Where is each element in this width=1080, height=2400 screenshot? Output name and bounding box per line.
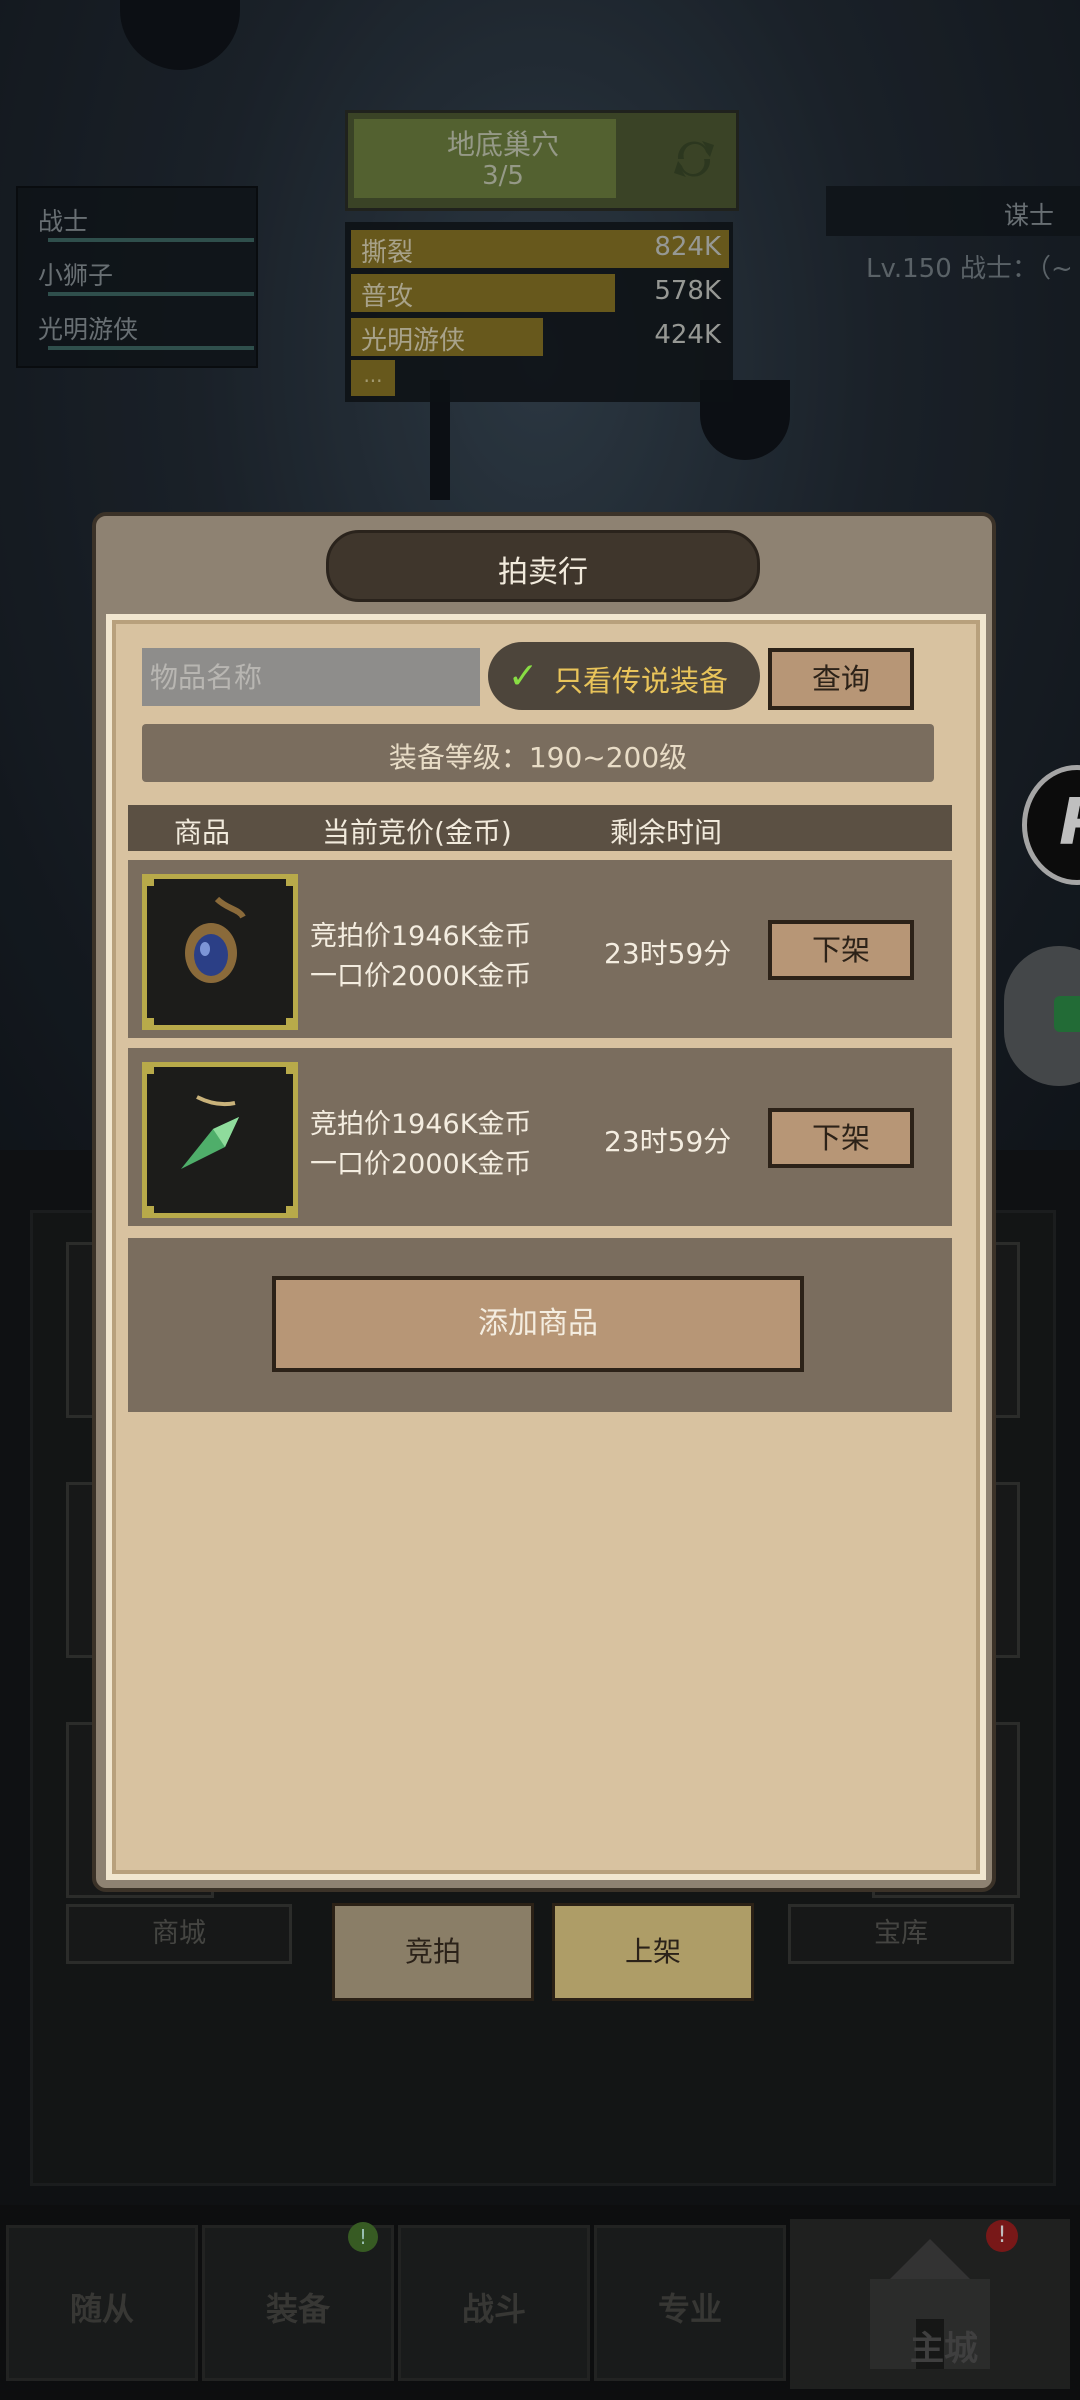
modal-title: 拍卖行: [498, 555, 588, 590]
table-row: 竞拍价1946K金币 一口价2000K金币 23时59分 下架: [128, 1048, 952, 1226]
item-slot[interactable]: [142, 1062, 298, 1218]
level-filter-label: 装备等级：190~200级: [388, 741, 688, 774]
legend-only-label: 只看传说装备: [554, 664, 729, 698]
level-filter[interactable]: 装备等级：190~200级: [142, 724, 934, 782]
delist-button[interactable]: 下架: [768, 1108, 914, 1168]
delist-button[interactable]: 下架: [768, 920, 914, 980]
add-item-button[interactable]: 添加商品: [272, 1276, 804, 1372]
table-header: 商品 当前竞价(金币) 剩余时间: [128, 805, 952, 851]
green-crystal-pendant-icon: [181, 1095, 239, 1169]
column-time: 剩余时间: [610, 816, 723, 849]
legend-only-toggle[interactable]: ✓ 只看传说装备: [488, 642, 760, 710]
table-row: 竞拍价1946K金币 一口价2000K金币 23时59分 下架: [128, 860, 952, 1038]
item-name-search-input[interactable]: [142, 648, 480, 706]
query-button[interactable]: 查询: [768, 648, 914, 710]
listing-buyout: 一口价2000K金币: [310, 1149, 532, 1180]
listing-time-left: 23时59分: [604, 937, 732, 970]
listing-bid: 竞拍价1946K金币: [310, 921, 532, 952]
listing-bid: 竞拍价1946K金币: [310, 1109, 532, 1140]
listing-time-left: 23时59分: [604, 1125, 732, 1158]
modal-title-bar: 拍卖行: [326, 530, 760, 602]
check-icon: ✓: [508, 656, 539, 697]
listing-buyout: 一口价2000K金币: [310, 961, 532, 992]
blue-gem-amulet-icon: [185, 896, 246, 983]
item-slot[interactable]: [142, 874, 298, 1030]
column-price: 当前竞价(金币): [322, 816, 512, 849]
column-item: 商品: [174, 816, 231, 849]
